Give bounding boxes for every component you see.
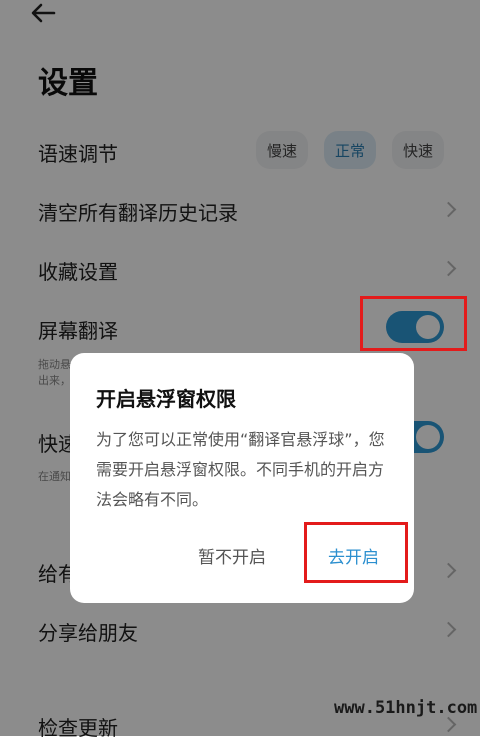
dialog-title: 开启悬浮窗权限 <box>96 387 236 411</box>
highlight-box <box>360 296 467 351</box>
cancel-button[interactable]: 暂不开启 <box>198 543 266 568</box>
watermark: www.51hnjt.com <box>334 698 478 718</box>
highlight-box <box>304 522 408 583</box>
dialog-message: 为了您可以正常使用“翻译官悬浮球”，您需要开启悬浮窗权限。不同手机的开启方法会略… <box>96 430 385 509</box>
